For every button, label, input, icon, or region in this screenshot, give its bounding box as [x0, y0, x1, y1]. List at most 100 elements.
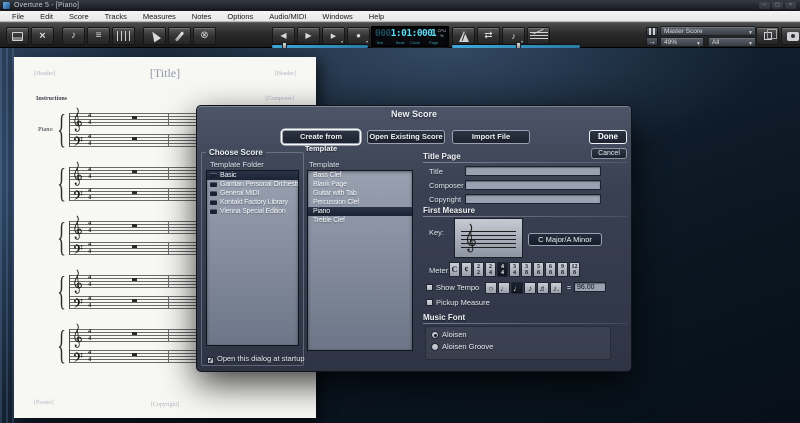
copyright-input[interactable] [465, 194, 601, 204]
tempo-equals: = [567, 285, 571, 292]
tools-button[interactable] [31, 27, 54, 45]
folder-icon [210, 200, 217, 205]
menu-help[interactable]: Help [361, 11, 392, 22]
show-tempo-label: Show Tempo [436, 283, 479, 292]
music-font-header: Music Font [423, 313, 465, 322]
meter-button-6-8[interactable]: 68 [545, 262, 556, 277]
lcd-label-clock: Clock [410, 40, 420, 45]
sixteenth-note-button[interactable]: ♬ [537, 282, 549, 294]
template-item-treble-clef[interactable]: Treble Clef [308, 216, 412, 225]
maximize-button[interactable]: ▢ [772, 2, 783, 9]
meter-button-common-time[interactable]: C [449, 262, 460, 277]
template-folder-list[interactable]: BasicGarritan Personal Orchestra 4Genera… [206, 170, 299, 346]
score-view-select[interactable]: Master Score▼ [660, 26, 756, 36]
bass-clef-icon [72, 296, 83, 314]
barline [168, 275, 169, 288]
pickup-measure-row[interactable]: Pickup Measure [426, 298, 490, 307]
folder-item-basic[interactable]: Basic [207, 171, 298, 180]
folder-item-general-midi[interactable]: General MIDI [207, 189, 298, 198]
folder-item-kontakt-factory-library[interactable]: Kontakt Factory Library [207, 198, 298, 207]
page-composer: [Composer] [265, 96, 294, 102]
key-select-button[interactable]: C Major/A Minor [528, 233, 602, 246]
track-list-icon [96, 31, 102, 41]
template-item-blank-page[interactable]: Blank Page [308, 180, 412, 189]
show-tempo-checkbox[interactable] [426, 284, 433, 291]
done-button[interactable]: Done [589, 130, 627, 144]
grace-note-button[interactable]: ▾ [502, 27, 525, 45]
startup-checkbox[interactable]: ✓ [207, 357, 214, 364]
lcd-bar-padding: 000 [375, 28, 391, 39]
meter-button-2-2[interactable]: 22 [473, 262, 484, 277]
menu-measures[interactable]: Measures [135, 11, 184, 22]
meter-button-3-8[interactable]: 38 [521, 262, 532, 277]
go-to-button[interactable] [646, 37, 658, 46]
template-item-guitar-with-tab[interactable]: Guitar with Tab [308, 189, 412, 198]
tab-create-from-template[interactable]: Create from Template [282, 130, 360, 144]
show-tempo-row[interactable]: Show Tempo [426, 283, 479, 292]
meter-button-4-4[interactable]: 44 [497, 262, 508, 277]
meter-button-cut-time[interactable]: ¢ [461, 262, 472, 277]
menu-windows[interactable]: Windows [314, 11, 360, 22]
eighth-note-button[interactable]: ♪ [524, 282, 536, 294]
title-input[interactable] [465, 166, 601, 176]
radio-aloisen-groove[interactable] [431, 343, 439, 351]
snapshot-button[interactable] [781, 27, 800, 45]
font-option-label: Aloisen Groove [442, 342, 493, 351]
menu-edit[interactable]: Edit [32, 11, 61, 22]
menu-tracks[interactable]: Tracks [97, 11, 135, 22]
radio-aloisen[interactable] [431, 331, 439, 339]
pickup-measure-checkbox[interactable] [426, 299, 433, 306]
track-filter-select[interactable]: All▼ [708, 37, 756, 47]
template-list[interactable]: Bass ClefBlank PageGuitar with TabPercus… [307, 170, 413, 351]
meter-button-3-4[interactable]: 34 [509, 262, 520, 277]
staff-settings-button[interactable] [527, 27, 550, 45]
whole-note-button[interactable]: ○ [485, 282, 497, 294]
startup-checkbox-row[interactable]: ✓Open this dialog at startup [207, 354, 305, 364]
swap-voices-icon [484, 31, 492, 41]
copy-layout-button[interactable] [756, 27, 779, 45]
tab-import-file[interactable]: Import File [452, 130, 530, 144]
template-item-bass-clef[interactable]: Bass Clef [308, 171, 412, 180]
folder-item-vienna-special-edition[interactable]: Vienna Special Edition [207, 207, 298, 216]
menu-options[interactable]: Options [219, 11, 261, 22]
meter-button-9-8[interactable]: 98 [557, 262, 568, 277]
tab-open-existing-score[interactable]: Open Existing Score [367, 130, 445, 144]
eraser-button[interactable] [193, 27, 216, 45]
whole-rest [132, 191, 137, 194]
close-button[interactable]: × [785, 2, 796, 9]
menu-notes[interactable]: Notes [184, 11, 220, 22]
template-item-percussion-clef[interactable]: Percussion Clef [308, 198, 412, 207]
note-entry-button[interactable] [62, 27, 85, 45]
play-options-button[interactable]: ▾ [322, 27, 345, 45]
panel-toggle-button[interactable] [646, 27, 658, 36]
pencil-button[interactable] [168, 27, 191, 45]
menu-score[interactable]: Score [61, 11, 97, 22]
menu-file[interactable]: File [4, 11, 32, 22]
tempo-value-input[interactable] [574, 282, 606, 292]
meter-button-row: C¢2224443438586898128 [449, 262, 580, 277]
play-button[interactable] [297, 27, 320, 45]
meter-button-2-4[interactable]: 24 [485, 262, 496, 277]
composer-input[interactable] [465, 180, 601, 190]
record-button[interactable]: ▾ [347, 27, 370, 45]
minimize-button[interactable]: – [759, 2, 770, 9]
meter-button-5-8[interactable]: 58 [533, 262, 544, 277]
font-option-aloisen[interactable]: Aloisen [431, 330, 467, 339]
folder-item-garritan-personal-orchestra-4[interactable]: Garritan Personal Orchestra 4 [207, 180, 298, 189]
menu-audio-midi[interactable]: Audio/MIDI [261, 11, 314, 22]
dotted-note-button[interactable]: ♪. [550, 282, 562, 294]
swap-voices-button[interactable] [477, 27, 500, 45]
zoom-select[interactable]: 49%▼ [660, 37, 704, 47]
half-note-button[interactable]: ♩ [498, 282, 510, 294]
font-option-aloisen-groove[interactable]: Aloisen Groove [431, 342, 493, 351]
mixer-button[interactable] [112, 27, 135, 45]
meter-button-12-8[interactable]: 128 [569, 262, 580, 277]
template-item-piano[interactable]: Piano [308, 207, 412, 216]
select-arrow-button[interactable] [143, 27, 166, 45]
metronome-button[interactable] [452, 27, 475, 45]
track-list-button[interactable] [87, 27, 110, 45]
cancel-button[interactable]: Cancel [591, 148, 627, 159]
metronome-icon [459, 31, 469, 42]
page-layout-button[interactable] [6, 27, 29, 45]
quarter-note-button[interactable]: ♩ [511, 282, 523, 294]
